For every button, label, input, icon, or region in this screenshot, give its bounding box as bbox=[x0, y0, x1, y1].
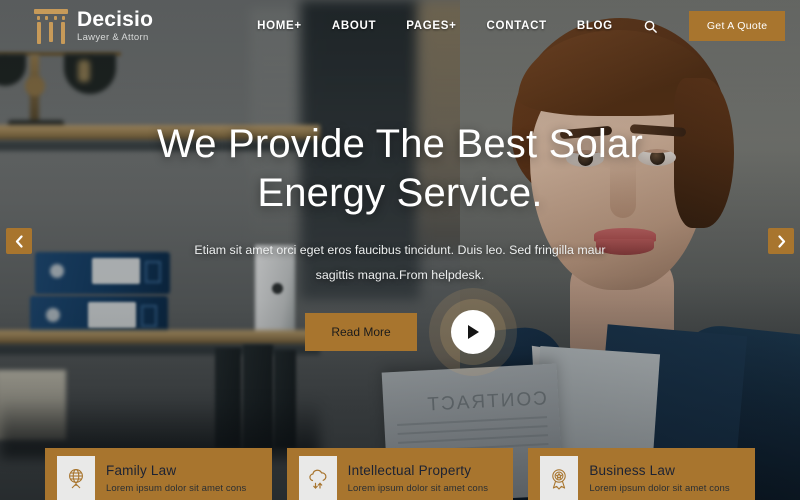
nav-item-about[interactable]: ABOUT bbox=[332, 20, 376, 32]
pillar-icon bbox=[34, 8, 68, 44]
hero-paragraph: Etiam sit amet orci eget eros faucibus t… bbox=[0, 238, 800, 289]
globe-network-icon bbox=[57, 456, 95, 500]
hero-content: We Provide The Best Solar Energy Service… bbox=[0, 120, 800, 377]
service-card-title: Intellectual Property bbox=[347, 462, 472, 478]
read-more-button[interactable]: Read More bbox=[305, 313, 417, 352]
nav-item-pages[interactable]: PAGES+ bbox=[406, 20, 456, 32]
page-root: CONTRACT Decisio Lawyer & Attorn HOME+ A… bbox=[0, 0, 800, 500]
service-card-family-law[interactable]: Family Law Lorem ipsum dolor sit amet co… bbox=[45, 448, 272, 500]
cloud-sync-icon bbox=[298, 456, 337, 500]
hero-paragraph-line-2: sagittis magna.From helpdesk. bbox=[315, 268, 485, 283]
service-card-description: Lorem ipsum dolor sit amet cons bbox=[347, 482, 489, 494]
search-icon[interactable] bbox=[641, 16, 661, 36]
video-play-control bbox=[428, 288, 517, 377]
service-card-intellectual-property[interactable]: Intellectual Property Lorem ipsum dolor … bbox=[286, 448, 514, 500]
chevron-left-icon[interactable] bbox=[6, 228, 32, 254]
service-card-business-law[interactable]: Business Law Lorem ipsum dolor sit amet … bbox=[528, 448, 756, 500]
site-header: Decisio Lawyer & Attorn HOME+ ABOUT PAGE… bbox=[0, 0, 800, 52]
service-card-title: Business Law bbox=[589, 462, 676, 478]
hero-actions: Read More bbox=[0, 288, 800, 377]
nav-item-home[interactable]: HOME+ bbox=[257, 20, 302, 32]
hero-paragraph-line-1: Etiam sit amet orci eget eros faucibus t… bbox=[194, 242, 606, 257]
hero-heading-line-1: We Provide The Best Solar bbox=[157, 122, 643, 166]
brand-tagline: Lawyer & Attorn bbox=[77, 32, 149, 44]
nav-item-contact[interactable]: CONTACT bbox=[487, 20, 547, 32]
play-icon[interactable] bbox=[450, 310, 495, 355]
service-card-description: Lorem ipsum dolor sit amet cons bbox=[106, 482, 247, 494]
hero-heading-line-2: Energy Service. bbox=[257, 170, 543, 215]
award-ribbon-icon bbox=[540, 456, 579, 500]
hero-heading: We Provide The Best Solar Energy Service… bbox=[0, 120, 800, 218]
service-card-title: Family Law bbox=[106, 462, 177, 478]
get-a-quote-button[interactable]: Get A Quote bbox=[688, 11, 786, 41]
service-cards: Family Law Lorem ipsum dolor sit amet co… bbox=[45, 448, 756, 500]
main-navigation: HOME+ ABOUT PAGES+ CONTACT BLOG bbox=[257, 20, 613, 32]
chevron-right-icon[interactable] bbox=[768, 228, 794, 254]
nav-item-blog[interactable]: BLOG bbox=[577, 20, 613, 32]
service-card-description: Lorem ipsum dolor sit amet cons bbox=[589, 482, 730, 494]
brand-name: Decisio bbox=[77, 8, 154, 32]
brand-logo[interactable]: Decisio Lawyer & Attorn bbox=[34, 8, 153, 44]
